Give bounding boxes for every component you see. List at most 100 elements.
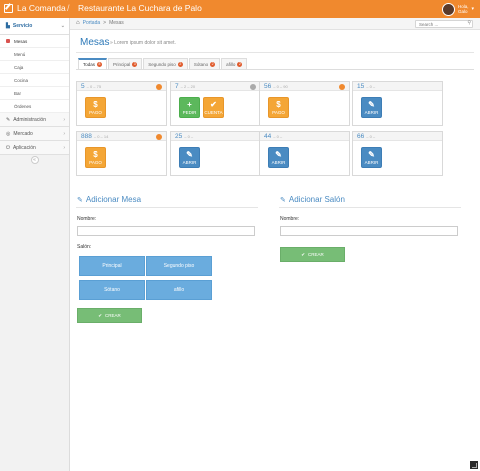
sidebar-section-aplicacion[interactable]: ⏻ Aplicación › <box>0 141 69 155</box>
salon-option-segundo-piso[interactable]: Segundo piso <box>146 256 212 276</box>
sidebar-item-cocina[interactable]: Cocina <box>0 74 69 87</box>
table-action-label: ABRIR <box>364 159 379 165</box>
sidebar-section-administracion[interactable]: ✎ Administración › <box>0 113 69 127</box>
tab-afillo[interactable]: afillo 2 <box>221 58 248 69</box>
table-number: 5 <box>81 82 85 90</box>
create-salon-button[interactable]: ✔ CREAR <box>280 247 345 262</box>
tab-segundo-piso[interactable]: Segundo piso 2 <box>143 58 188 69</box>
search-icon[interactable]: ⚲ <box>467 20 471 26</box>
chevron-right-icon: › <box>63 116 65 123</box>
sidebar-section-mercado[interactable]: ◎ Mercado › <box>0 127 69 141</box>
page-title: Mesas <box>80 37 110 48</box>
table-meta: – 0 – <box>366 133 376 139</box>
tab-count-badge: 3 <box>132 61 138 67</box>
breadcrumb-separator: > <box>103 20 107 26</box>
sidebar-item-caja[interactable]: Caja <box>0 61 69 74</box>
salon-name-label: Nombre: <box>280 216 300 222</box>
divider <box>76 69 474 70</box>
table-name-input[interactable] <box>77 226 255 236</box>
sidebar-section-servicio[interactable]: ▙ Servicio ⌄ <box>0 18 69 35</box>
sidebar-section-label: Aplicación <box>12 144 36 151</box>
sidebar-item-ordenes[interactable]: Órdenes <box>0 100 69 113</box>
search-input[interactable] <box>415 20 473 28</box>
table-card-header: 15– 0 – <box>353 82 442 91</box>
table-meta: – 0 – 90 <box>273 83 288 89</box>
table-action-icon: ✔ <box>210 99 217 109</box>
table-action-icon: $ <box>276 99 281 109</box>
top-navbar: La Comanda / Restaurante La Cuchara de P… <box>0 0 480 18</box>
sidebar-section-label: Administración <box>13 116 46 123</box>
sidebar-item-menu[interactable]: Menú <box>0 48 69 61</box>
add-table-title-label: Adicionar Mesa <box>85 195 142 204</box>
chevron-right-icon: › <box>63 144 65 151</box>
create-button-label: CREAR <box>308 252 324 257</box>
sidebar-item-mesas[interactable]: Mesas <box>0 35 69 48</box>
table-action-icon: ✎ <box>186 149 193 159</box>
user-menu[interactable]: Hola, Galo ▾ <box>441 1 474 17</box>
table-action-pago-button[interactable]: $ PAGO <box>85 97 106 118</box>
table-card-header: 888– 0 – 14 <box>77 132 166 141</box>
sidebar-section-label: Mercado <box>13 130 33 137</box>
table-status-dot <box>339 84 345 90</box>
check-icon: ✔ <box>301 251 305 257</box>
add-table-title: ✎ Adicionar Mesa <box>77 195 141 204</box>
table-action-icon: ✎ <box>368 149 375 159</box>
breadcrumb-home-link[interactable]: Portada <box>83 20 101 26</box>
table-action-icon: + <box>187 99 192 109</box>
tab-count-badge: 8 <box>97 62 103 67</box>
table-action-icon: $ <box>93 99 98 109</box>
create-table-button[interactable]: ✔ CREAR <box>77 308 142 323</box>
tab-sotano[interactable]: Sótano 2 <box>188 58 221 69</box>
table-action-abrir-button[interactable]: ✎ ABRIR <box>179 147 200 168</box>
tab-count-badge: 2 <box>237 61 243 67</box>
table-action-cuenta-button[interactable]: ✔ CUENTA <box>203 97 224 118</box>
table-action-abrir-button[interactable]: ✎ ABRIR <box>361 147 382 168</box>
table-action-label: ABRIR <box>364 109 379 115</box>
table-number: 66 <box>357 132 365 140</box>
table-card: 66– 0 – ✎ ABRIR <box>352 131 443 176</box>
table-action-pago-button[interactable]: $ PAGO <box>268 97 289 118</box>
table-action-icon: ✎ <box>368 99 375 109</box>
table-card: 5– 0 – 75 $ PAGO <box>76 81 167 126</box>
table-action-abrir-button[interactable]: ✎ ABRIR <box>361 97 382 118</box>
power-icon: ⏻ <box>6 144 10 151</box>
table-action-abrir-button[interactable]: ✎ ABRIR <box>268 147 289 168</box>
salon-option-afillo[interactable]: afillo <box>146 280 212 300</box>
table-action-pago-button[interactable]: $ PAGO <box>85 147 106 168</box>
table-card-header: 56– 0 – 90 <box>260 82 349 91</box>
sidebar: ▙ Servicio ⌄ Mesas Menú Caja Cocina Bar … <box>0 18 70 471</box>
edit-icon: ✎ <box>280 196 286 204</box>
create-button-label: CREAR <box>105 313 121 318</box>
sidebar-item-bar[interactable]: Bar <box>0 87 69 100</box>
table-status-dot <box>156 134 162 140</box>
salon-name-input[interactable] <box>280 226 458 236</box>
tab-label: Principal <box>113 61 131 67</box>
brand[interactable]: La Comanda <box>4 3 66 13</box>
salon-option-principal[interactable]: Principal <box>79 256 145 276</box>
table-action-label: PEDIR <box>182 109 197 115</box>
table-meta: – 0 – 75 <box>86 83 102 89</box>
globe-icon: ◎ <box>6 130 11 137</box>
table-card: 56– 0 – 90 $ PAGO <box>259 81 350 126</box>
table-action-pedir-button[interactable]: + PEDIR <box>179 97 200 118</box>
table-number: 44 <box>264 132 272 140</box>
table-meta: – 2 – 20 <box>180 83 196 89</box>
table-action-label: ABRIR <box>271 159 286 165</box>
tab-todas[interactable]: Todas 8 <box>78 58 108 69</box>
table-action-label: ABRIR <box>182 159 197 165</box>
table-card-header: 7– 2 – 20 <box>171 82 260 91</box>
table-card-header: 25– 0 – <box>171 132 260 141</box>
avatar <box>441 2 455 16</box>
tab-label: Sótano <box>193 61 209 67</box>
resize-grip-icon[interactable] <box>470 461 478 469</box>
navbar-separator: / <box>67 3 70 13</box>
table-action-label: PAGO <box>89 109 102 115</box>
wrench-icon: ✎ <box>6 116 11 123</box>
add-salon-title-label: Adicionar Salón <box>288 195 345 204</box>
sidebar-section-label: Servicio <box>12 23 33 29</box>
table-number: 7 <box>175 82 179 90</box>
table-number: 888 <box>81 132 92 140</box>
sidebar-collapse-button[interactable]: « <box>0 155 69 165</box>
tab-principal[interactable]: Principal 3 <box>108 58 143 69</box>
salon-option-sotano[interactable]: Sótano <box>79 280 145 300</box>
